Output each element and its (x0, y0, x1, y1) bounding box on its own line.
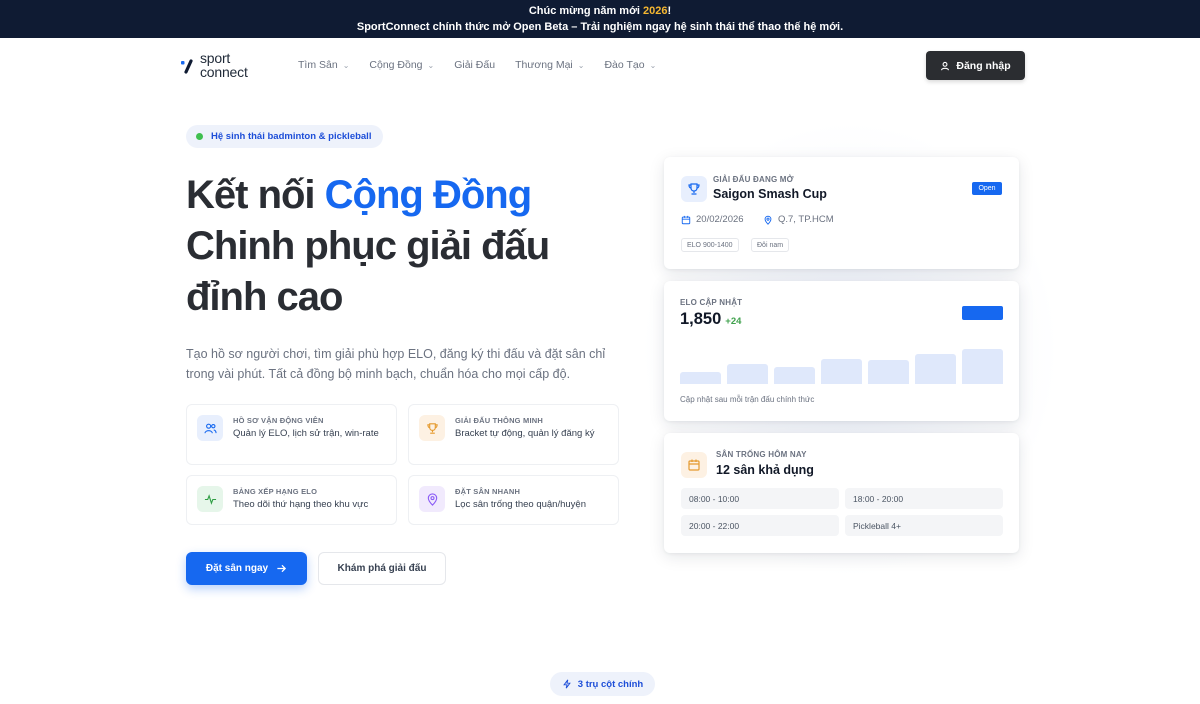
announcement-message: SportConnect chính thức mở Open Beta – T… (356, 21, 844, 33)
elo-card: ELO CẬP NHẬT 1,850 +24 Cập nhật sau mỗi … (664, 281, 1019, 421)
ecosystem-pill: Hệ sinh thái badminton & pickleball (186, 125, 384, 148)
elo-delta: +24 (725, 316, 742, 327)
feature-title: BẢNG XẾP HẠNG ELO (233, 487, 318, 496)
logo-mark-icon (181, 59, 193, 74)
courts-count: 12 sân khả dụng (716, 463, 814, 477)
announcement-greeting-text: Chúc mừng năm mới (528, 5, 644, 17)
calendar-icon (681, 452, 707, 478)
hero-title-line-2: Chinh phục giải đấu (186, 224, 550, 268)
elo-bar-chart (680, 343, 1003, 384)
menu-item-tim-san[interactable]: Tìm Sân ⌄ (298, 59, 349, 71)
feature-title: ĐẶT SÂN NHANH (455, 487, 521, 496)
tournament-name: Saigon Smash Cup (713, 187, 827, 201)
menu-item-label: Thương Mại (515, 59, 573, 71)
chevron-down-icon: ⌄ (577, 60, 585, 70)
lightning-icon (562, 679, 571, 689)
menu-item-giai-dau[interactable]: Giải Đấu (454, 59, 495, 71)
feature-card-athlete-profile[interactable]: HỒ SƠ VẬN ĐỘNG VIÊN Quản lý ELO, lịch sử… (186, 404, 397, 465)
feature-description: Theo dõi thứ hạng theo khu vực (233, 499, 369, 510)
feature-title: GIẢI ĐẤU THÔNG MINH (455, 416, 543, 425)
logo[interactable]: sport connect (180, 51, 270, 81)
elo-bar (821, 359, 862, 384)
logo-wordmark: sport connect (200, 51, 248, 79)
feature-title: HỒ SƠ VẬN ĐỘNG VIÊN (233, 416, 324, 425)
logo-word-bottom: connect (200, 64, 248, 80)
announcement-bar: Chúc mừng năm mới 2026! SportConnect chí… (0, 0, 1200, 38)
menu-item-label: Giải Đấu (454, 59, 496, 71)
section-pill-label: 3 trụ cột chính (577, 678, 644, 690)
time-slot[interactable]: Pickleball 4+ (845, 515, 1003, 536)
map-pin-icon (764, 215, 772, 225)
book-court-label: Đặt sân ngay (205, 563, 269, 574)
main-menu: Tìm Sân ⌄ Cộng Đồng ⌄ Giải Đấu Thương Mại ⌄… (298, 59, 676, 71)
feature-card-elo-ranking[interactable]: BẢNG XẾP HẠNG ELO Theo dõi thứ hạng theo… (186, 475, 397, 525)
announcement-greeting-suffix: ! (667, 5, 672, 17)
login-button[interactable]: Đăng nhập (926, 51, 1025, 80)
hero-title-prefix: Kết nối (186, 173, 325, 217)
explore-tournaments-button[interactable]: Khám phá giải đấu (318, 552, 446, 585)
ecosystem-pill-label: Hệ sinh thái badminton & pickleball (211, 131, 372, 142)
activity-icon (197, 486, 223, 512)
available-courts-card[interactable]: SÂN TRỐNG HÔM NAY 12 sân khả dụng 08:00 … (664, 433, 1019, 553)
map-pin-icon (419, 486, 445, 512)
hero-title-line-3: đỉnh cao (186, 275, 343, 319)
feature-description: Quản lý ELO, lịch sử trận, win-rate (233, 428, 379, 439)
elo-value: 1,850 +24 (680, 310, 741, 329)
elo-bar (915, 354, 956, 384)
time-slot[interactable]: 08:00 - 10:00 (681, 488, 839, 509)
tournament-tag: ELO 900-1400 (681, 238, 739, 252)
tournament-date-text: 20/02/2026 (696, 214, 744, 225)
status-badge: Open (972, 182, 1002, 195)
announcement-year: 2026 (643, 5, 668, 17)
menu-item-label: Tìm Sân (298, 59, 338, 71)
arrow-right-icon (277, 564, 287, 573)
chevron-down-icon: ⌄ (342, 60, 350, 70)
hero-title: Kết nối Cộng Đồng Chinh phục giải đấu đỉ… (186, 170, 626, 323)
trophy-icon (419, 415, 445, 441)
tournament-card[interactable]: GIẢI ĐẤU ĐANG MỞ Saigon Smash Cup Open 2… (664, 157, 1019, 269)
feature-card-smart-tournament[interactable]: GIẢI ĐẤU THÔNG MINH Bracket tự động, quả… (408, 404, 619, 465)
tournament-location: Q.7, TP.HCM (763, 214, 834, 225)
menu-item-thuong-mai[interactable]: Thương Mại ⌄ (515, 59, 584, 71)
menu-item-cong-dong[interactable]: Cộng Đồng ⌄ (369, 59, 434, 71)
hero-title-line-1: Kết nối Cộng Đồng (186, 170, 626, 221)
chevron-down-icon: ⌄ (427, 60, 435, 70)
elo-bar (680, 372, 721, 384)
feature-description: Lọc sân trống theo quận/huyện (455, 499, 586, 510)
calendar-icon (681, 215, 691, 224)
login-label: Đăng nhập (956, 59, 1011, 72)
tournament-location-text: Q.7, TP.HCM (778, 214, 834, 225)
elo-value-number: 1,850 (680, 310, 722, 328)
elo-note: Cập nhật sau mỗi trận đấu chính thức (680, 395, 815, 404)
elo-action-button[interactable] (962, 306, 1003, 320)
time-slot[interactable]: 20:00 - 22:00 (681, 515, 839, 536)
announcement-greeting: Chúc mừng năm mới 2026! (0, 5, 1200, 17)
tournament-tag: Đôi nam (751, 238, 790, 252)
users-icon (197, 415, 223, 441)
feature-description: Bracket tự động, quản lý đăng ký (455, 428, 595, 439)
logo-word-top: sport (200, 50, 231, 66)
hero-description: Tạo hồ sơ người chơi, tìm giải phù hợp E… (186, 347, 606, 381)
courts-card-label: SÂN TRỐNG HÔM NAY (716, 450, 807, 459)
hero-title-accent: Cộng Đồng (324, 173, 532, 217)
trophy-icon (681, 176, 707, 202)
user-icon (941, 61, 950, 70)
time-slot[interactable]: 18:00 - 20:00 (845, 488, 1003, 509)
menu-item-dao-tao[interactable]: Đào Tạo ⌄ (604, 59, 656, 71)
menu-item-label: Đào Tạo (604, 59, 645, 71)
book-court-button[interactable]: Đặt sân ngay (186, 552, 307, 585)
chevron-down-icon: ⌄ (649, 60, 657, 70)
tournament-card-label: GIẢI ĐẤU ĐANG MỞ (713, 175, 794, 184)
elo-card-label: ELO CẬP NHẬT (680, 298, 743, 307)
tournament-date: 20/02/2026 (681, 214, 744, 225)
top-navigation: sport connect Tìm Sân ⌄ Cộng Đồng ⌄ Giải Đ… (0, 38, 1200, 94)
section-pill: 3 trụ cột chính (550, 672, 655, 696)
elo-bar (727, 364, 768, 384)
elo-bar (774, 367, 815, 384)
elo-bar (962, 349, 1003, 384)
elo-bar (868, 360, 909, 384)
status-dot-icon (196, 133, 203, 140)
menu-item-label: Cộng Đồng (369, 59, 423, 71)
feature-card-quick-booking[interactable]: ĐẶT SÂN NHANH Lọc sân trống theo quận/hu… (408, 475, 619, 525)
